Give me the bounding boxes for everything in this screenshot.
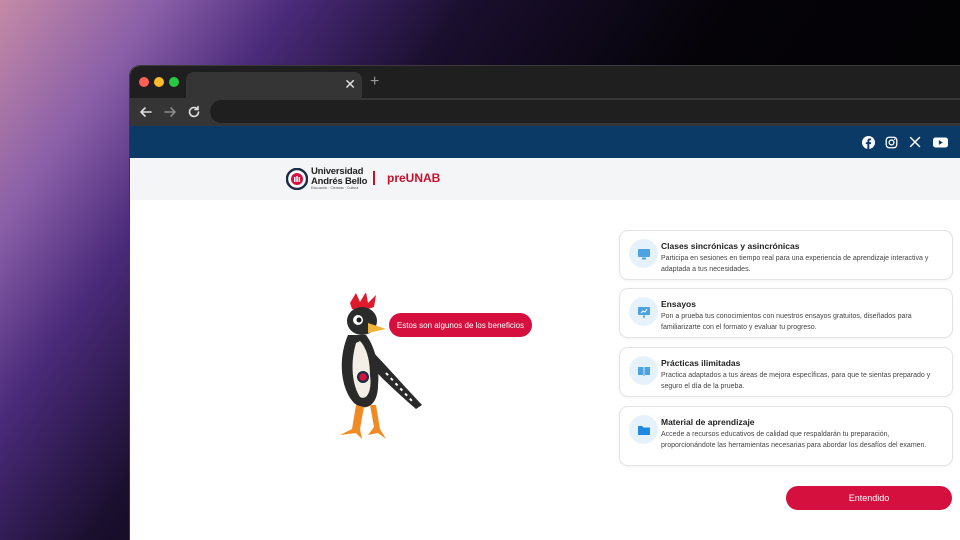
benefit-card: Prácticas ilimitadas Practica adaptados … (619, 347, 953, 397)
benefit-title: Clases sincrónicas y asincrónicas (661, 241, 800, 251)
back-button[interactable] (136, 102, 156, 122)
navigation-bar (130, 98, 960, 126)
tab-close-icon[interactable]: ✕ (344, 75, 356, 93)
benefit-card: Ensayos Pon a prueba tus conocimientos c… (619, 288, 953, 338)
arrow-left-icon (140, 107, 152, 117)
reload-icon (188, 105, 200, 118)
tab-bar: ✕ + (130, 66, 960, 98)
brand-name[interactable]: preUNAB (387, 171, 440, 185)
benefit-title: Material de aprendizaje (661, 417, 755, 427)
maximize-window-button[interactable] (169, 77, 179, 87)
facebook-icon[interactable] (860, 134, 876, 150)
browser-window: ✕ + Universidad Andrés Bello Educación ·… (130, 66, 960, 540)
instagram-icon[interactable] (883, 134, 899, 150)
book-icon (629, 356, 658, 385)
university-logo[interactable]: Universidad Andrés Bello Educación · Cie… (286, 165, 367, 193)
benefit-card: Material de aprendizaje Accede a recurso… (619, 406, 953, 466)
benefit-title: Ensayos (661, 299, 696, 309)
benefit-description: Pon a prueba tus conocimientos con nuest… (661, 313, 912, 331)
benefit-title: Prácticas ilimitadas (661, 358, 741, 368)
benefit-description: Accede a recursos educativos de calidad … (661, 431, 927, 449)
university-name-line2: Andrés Bello (311, 175, 368, 187)
site-header: Universidad Andrés Bello Educación · Cie… (130, 158, 960, 200)
university-tagline: Educación · Ciencias · Cultura (311, 186, 359, 191)
folder-icon (629, 415, 658, 444)
forward-button[interactable] (160, 102, 180, 122)
benefit-description: Participa en sesiones en tiempo real par… (661, 255, 929, 273)
monitor-icon (629, 239, 658, 268)
understood-button[interactable]: Entendido (786, 486, 952, 510)
benefit-card: Clases sincrónicas y asincrónicas Partic… (619, 230, 953, 280)
benefit-description: Practica adaptados a tus áreas de mejora… (661, 372, 931, 390)
youtube-icon[interactable] (932, 134, 948, 150)
social-bar (130, 126, 960, 158)
reload-button[interactable] (184, 102, 204, 122)
speech-bubble: Estos son algunos de los beneficios (389, 313, 532, 337)
close-window-button[interactable] (139, 77, 149, 87)
university-seal-icon (286, 168, 308, 190)
benefits-section: Estos son algunos de los beneficios Clas… (130, 200, 960, 540)
presentation-icon (629, 297, 658, 326)
brand-divider (373, 171, 375, 185)
x-icon[interactable] (907, 134, 923, 150)
minimize-window-button[interactable] (154, 77, 164, 87)
arrow-right-icon (164, 107, 176, 117)
new-tab-button[interactable]: + (370, 73, 379, 91)
browser-tab[interactable]: ✕ (186, 72, 362, 98)
address-bar[interactable] (210, 100, 960, 123)
